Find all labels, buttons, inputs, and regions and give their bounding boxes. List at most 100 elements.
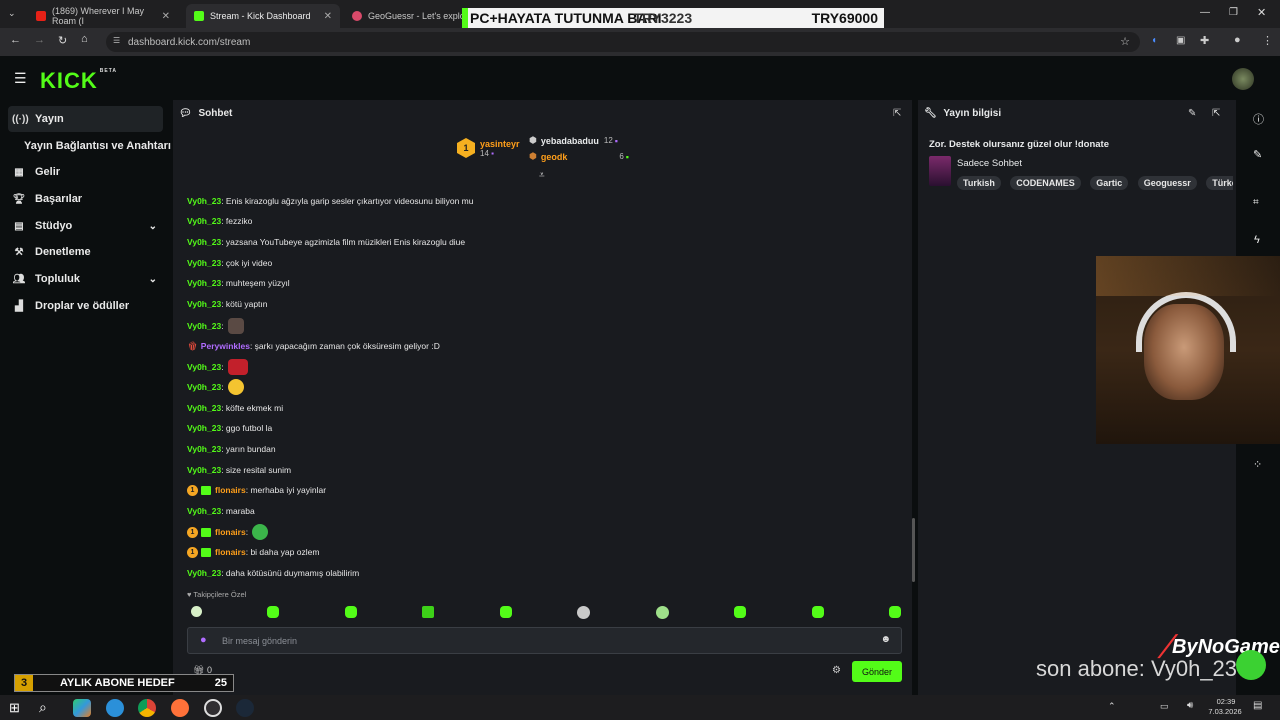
emote-8-icon[interactable] <box>734 606 747 618</box>
home-icon[interactable]: ⌂ <box>81 33 88 45</box>
bookmark-star-icon[interactable]: ☆ <box>1120 35 1130 48</box>
stream-category[interactable]: Sadece Sohbet <box>957 158 1022 169</box>
emote-thinking-image <box>227 379 244 395</box>
chat-message-input[interactable]: ● Bir mesaj gönderin ☻ <box>187 627 902 654</box>
user-avatar[interactable] <box>1232 68 1254 90</box>
tag[interactable]: Türkçe <box>1206 176 1233 190</box>
chat-settings-icon[interactable]: ⚙ <box>832 665 841 676</box>
chat-username[interactable]: Vy0h_23 <box>187 465 221 475</box>
chat-username[interactable]: Vy0h_23 <box>187 278 221 288</box>
restore-icon[interactable]: ❐ <box>1229 7 1238 18</box>
chevron-down-icon[interactable]: ⌄ <box>149 221 157 232</box>
pen-icon[interactable]: ✎ <box>1253 148 1262 161</box>
chat-username[interactable]: Vy0h_23 <box>187 237 221 247</box>
edit-icon[interactable]: ✎ <box>1188 108 1196 119</box>
forward-icon[interactable]: → <box>34 34 45 46</box>
firefox-icon[interactable] <box>171 699 189 717</box>
chat-scrollbar[interactable] <box>912 518 915 582</box>
tag[interactable]: CODENAMES <box>1010 176 1081 190</box>
emote-2-icon[interactable] <box>267 606 280 618</box>
clock-date[interactable]: 7.03.2026 <box>1205 707 1245 716</box>
scroll-to-bottom-icon[interactable]: ⩡ <box>539 170 545 181</box>
tag[interactable]: Turkish <box>957 176 1001 190</box>
url-field[interactable]: ☰ dashboard.kick.com/stream ☆ <box>106 32 1140 52</box>
chat-username[interactable]: Vy0h_23 <box>187 321 221 331</box>
chat-username[interactable]: Vy0h_23 <box>187 444 221 454</box>
sidebar-item-droplar[interactable]: ▟ Droplar ve ödüller <box>8 293 163 319</box>
chat-username[interactable]: Vy0h_23 <box>187 568 221 578</box>
chat-username[interactable]: Perywinkles <box>201 341 250 351</box>
notification-icon[interactable]: ▤ <box>1253 700 1262 711</box>
emote-9-icon[interactable] <box>811 606 824 618</box>
chat-username[interactable]: Vy0h_23 <box>187 423 221 433</box>
reload-icon[interactable]: ↻ <box>58 34 67 47</box>
chrome-icon[interactable] <box>138 699 156 717</box>
tab-kick-dashboard[interactable]: Stream - Kick Dashboard ✕ <box>186 4 340 28</box>
tray-network-icon[interactable]: ▭ <box>1160 701 1169 712</box>
emote-6-icon[interactable] <box>577 606 591 619</box>
emote-3-icon[interactable] <box>344 606 357 618</box>
chat-username[interactable]: flonairs <box>215 527 246 537</box>
tab-youtube[interactable]: (1869) Wherever I May Roam (I ✕ <box>28 4 178 28</box>
clock-time[interactable]: 02:39 <box>1214 697 1238 706</box>
chat-username[interactable]: Vy0h_23 <box>187 506 221 516</box>
extensions-puzzle-icon[interactable]: ✚ <box>1200 34 1209 47</box>
chat-username[interactable]: Vy0h_23 <box>187 258 221 268</box>
minimize-icon[interactable]: — <box>1200 7 1210 18</box>
sidebar-item-studyo[interactable]: ▤ Stüdyo ⌄ <box>8 213 163 239</box>
info-icon[interactable]: ⓘ <box>1253 111 1264 127</box>
emote-10-icon[interactable] <box>888 606 901 618</box>
windows-start-icon[interactable]: ⊞ <box>9 700 20 716</box>
site-info-icon[interactable]: ☰ <box>113 36 120 45</box>
search-icon[interactable]: ⌕ <box>39 699 47 716</box>
emote-7-icon[interactable] <box>655 606 669 619</box>
chat-username[interactable]: Vy0h_23 <box>187 196 221 206</box>
sidebar-item-yayin[interactable]: ((·)) Yayın <box>8 106 163 132</box>
sidebar-item-denetleme[interactable]: ⚒ Denetleme <box>8 239 163 265</box>
chevron-down-icon[interactable]: ⌄ <box>149 274 157 285</box>
popout-icon[interactable]: ⇱ <box>1212 108 1220 119</box>
tab-menu-icon[interactable]: ⌄ <box>8 8 16 19</box>
popout-icon[interactable]: ⇱ <box>893 108 901 119</box>
emote-5-icon[interactable] <box>499 606 512 618</box>
microphone-icon[interactable]: ● <box>200 634 207 646</box>
obs-icon[interactable] <box>204 699 222 717</box>
tag[interactable]: Gartic <box>1090 176 1129 190</box>
emote-1-icon[interactable] <box>191 606 202 617</box>
close-window-icon[interactable]: ✕ <box>1257 6 1266 19</box>
browser-menu-icon[interactable]: ⋮ <box>1262 34 1273 47</box>
sidebar-item-gelir[interactable]: ▦ Gelir <box>8 159 163 185</box>
kick-logo[interactable]: KICK BETA <box>40 68 117 94</box>
chat-username[interactable]: Vy0h_23 <box>187 299 221 309</box>
tray-volume-icon[interactable]: 🔊︎ <box>1187 700 1193 711</box>
chat-username[interactable]: Vy0h_23 <box>187 216 221 226</box>
sidebar-item-stream-key[interactable]: Yayın Bağlantısı ve Anahtarı <box>20 133 175 159</box>
crop-icon[interactable]: ⌗ <box>1253 197 1259 208</box>
chat-username[interactable]: flonairs <box>215 485 246 495</box>
emoji-picker-icon[interactable]: ☻ <box>880 634 891 645</box>
chat-username[interactable]: flonairs <box>215 547 246 557</box>
lightning-icon[interactable]: ϟ <box>1254 234 1260 246</box>
send-button[interactable]: Gönder <box>852 661 902 682</box>
tray-chevron-icon[interactable]: ⌃ <box>1108 701 1116 712</box>
edge-icon[interactable] <box>106 699 124 717</box>
profile-icon[interactable]: ● <box>1234 34 1241 46</box>
screenshot-icon[interactable]: ▣ <box>1176 35 1185 46</box>
chat-username[interactable]: Vy0h_23 <box>187 382 221 392</box>
copilot-icon[interactable] <box>73 699 91 717</box>
hamburger-menu-icon[interactable]: ☰ <box>14 70 27 87</box>
tag[interactable]: Geoguessr <box>1137 176 1197 190</box>
back-icon[interactable]: ← <box>10 34 21 46</box>
chat-username[interactable]: Vy0h_23 <box>187 403 221 413</box>
category-thumbnail[interactable] <box>929 156 951 186</box>
sidebar-item-basarilar[interactable]: 🏆︎ Başarılar <box>8 186 163 212</box>
emote-4-icon[interactable] <box>422 606 435 618</box>
chat-username[interactable]: Vy0h_23 <box>187 362 221 372</box>
gift-icon: ▪ <box>625 151 629 162</box>
steam-icon[interactable] <box>236 699 254 717</box>
close-tab-icon[interactable]: ✕ <box>324 11 332 22</box>
sidebar-item-topluluk[interactable]: 👥︎ Topluluk ⌄ <box>8 266 163 292</box>
extension-icon[interactable]: ◖ <box>1151 35 1157 46</box>
apps-icon[interactable]: ⁘ <box>1253 458 1262 471</box>
close-tab-icon[interactable]: ✕ <box>162 11 170 22</box>
